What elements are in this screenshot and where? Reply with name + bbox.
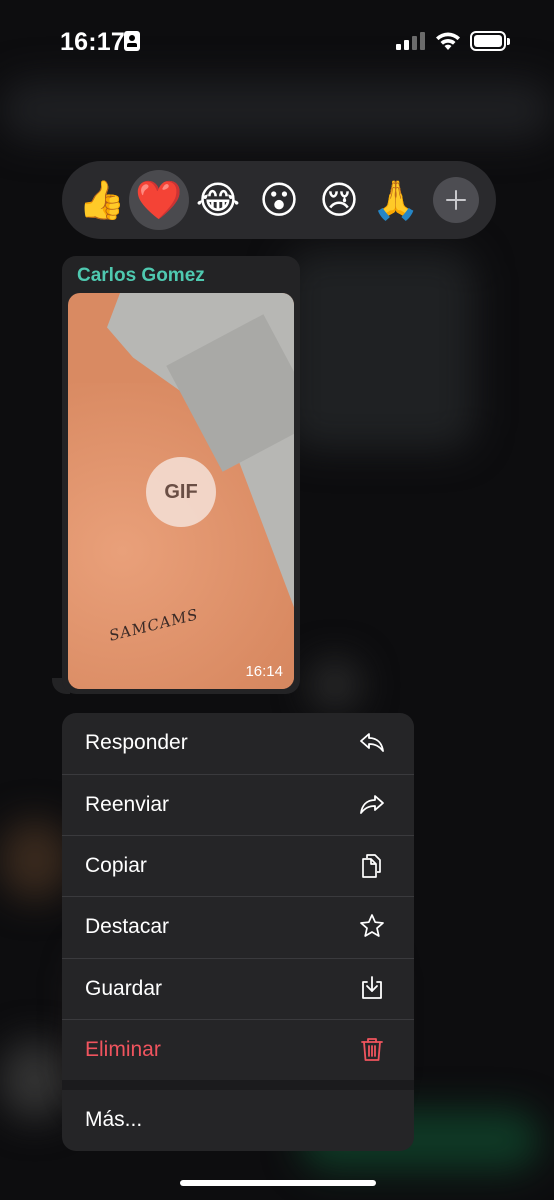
menu-item-label: Eliminar: [85, 1038, 161, 1061]
reaction-surprised[interactable]: 😮: [249, 170, 309, 230]
reply-icon: [360, 733, 384, 752]
contact-card-icon: [124, 31, 140, 51]
message-context-menu: Responder Reenviar Copiar Destacar Guard…: [62, 713, 414, 1151]
menu-item-save[interactable]: Guardar: [62, 959, 414, 1020]
menu-section-separator: [62, 1080, 414, 1090]
gif-play-badge[interactable]: GIF: [146, 457, 216, 527]
sender-name: Carlos Gomez: [77, 265, 205, 286]
cellular-signal-icon: [396, 32, 426, 50]
gif-media[interactable]: SAMCAMS GIF 16:14: [68, 293, 294, 689]
status-bar: 16:17: [0, 0, 554, 82]
menu-item-reply[interactable]: Responder: [62, 713, 414, 774]
more-reactions-plus-icon[interactable]: [433, 177, 479, 223]
reaction-thumbs-up[interactable]: 👍: [72, 170, 132, 230]
status-time: 16:17: [60, 28, 125, 56]
wifi-icon: [436, 32, 460, 50]
battery-icon: [470, 31, 510, 51]
reaction-bar: 👍 ❤️ 😂 😮 😢 🙏: [62, 161, 496, 239]
menu-item-forward[interactable]: Reenviar: [62, 775, 414, 836]
message-time: 16:14: [245, 663, 283, 680]
menu-item-label: Destacar: [85, 915, 170, 938]
home-indicator[interactable]: [180, 1180, 376, 1186]
reaction-tears-of-joy[interactable]: 😂: [188, 170, 248, 230]
menu-item-label: Responder: [85, 731, 188, 754]
star-icon: [360, 914, 384, 937]
menu-item-star[interactable]: Destacar: [62, 897, 414, 958]
menu-item-label: Reenviar: [85, 793, 170, 816]
message-bubble[interactable]: Carlos Gomez SAMCAMS GIF 16:14: [62, 256, 300, 694]
menu-item-label: Copiar: [85, 854, 147, 877]
reaction-crying[interactable]: 😢: [309, 170, 369, 230]
copy-icon: [362, 854, 381, 878]
menu-item-label: Más...: [85, 1108, 143, 1131]
save-icon: [362, 976, 382, 999]
menu-item-label: Guardar: [85, 977, 163, 1000]
reaction-red-heart[interactable]: ❤️: [129, 170, 189, 230]
menu-item-more[interactable]: Más...: [62, 1090, 414, 1151]
forward-icon: [360, 795, 384, 814]
menu-item-copy[interactable]: Copiar: [62, 836, 414, 897]
reaction-folded-hands[interactable]: 🙏: [366, 170, 426, 230]
menu-item-delete[interactable]: Eliminar: [62, 1020, 414, 1081]
trash-icon: [361, 1038, 383, 1061]
